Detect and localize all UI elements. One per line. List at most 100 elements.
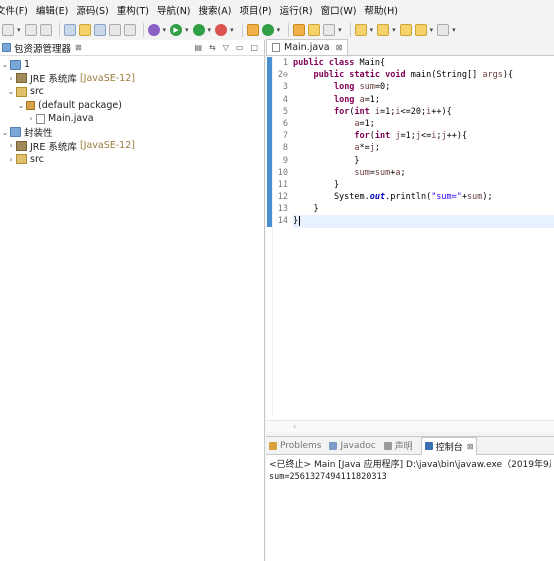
annotation-gutter <box>266 57 273 417</box>
tree-item-main-java[interactable]: › Main.java <box>0 112 264 126</box>
menu-window[interactable]: 窗口(W) <box>321 3 357 17</box>
block-selection-icon[interactable] <box>108 24 121 36</box>
tab-main-java[interactable]: Main.java ⊠ <box>266 39 349 55</box>
tab-declaration[interactable]: 声明 <box>383 439 413 452</box>
source-code[interactable]: public class Main{ public static void ma… <box>293 57 554 417</box>
menu-file[interactable]: 文件(F) <box>0 3 28 17</box>
code-editor: Main.java ⊠ 1 2⊖ 3 4 5 6 7 8 9 10 11 12 … <box>266 39 554 432</box>
menu-source[interactable]: 源码(S) <box>76 3 108 17</box>
chevron-down-icon[interactable]: ▾ <box>452 26 456 34</box>
chevron-down-icon[interactable]: ▾ <box>392 26 396 34</box>
chevron-down-icon[interactable]: ▾ <box>430 26 434 34</box>
chevron-right-icon[interactable]: › <box>26 114 36 123</box>
tree-item-default-package[interactable]: ⌄ (default package) <box>0 99 264 113</box>
scroll-left-icon[interactable]: ‹ <box>293 422 296 431</box>
next-annotation-icon[interactable] <box>354 24 367 36</box>
line-number: 11 <box>277 179 288 190</box>
line-number: 10 <box>277 167 288 178</box>
menu-search[interactable]: 搜索(A) <box>199 3 232 17</box>
code-line: public class Main{ <box>293 58 386 68</box>
new-class-icon[interactable] <box>261 24 274 36</box>
close-icon[interactable]: ⊠ <box>336 43 343 52</box>
link-editor-icon[interactable]: ⇆ <box>209 43 216 52</box>
tab-console[interactable]: 控制台 ⊠ <box>420 436 478 455</box>
highlight-icon[interactable] <box>93 24 106 36</box>
source-folder-icon <box>16 86 27 97</box>
tab-label: Javadoc <box>340 440 376 451</box>
back-icon[interactable] <box>399 24 412 36</box>
chevron-right-icon[interactable]: › <box>6 141 16 150</box>
chevron-down-icon[interactable]: ▾ <box>163 26 167 34</box>
code-line: } <box>293 179 340 190</box>
chevron-down-icon[interactable]: ▾ <box>230 26 234 34</box>
chevron-down-icon[interactable]: ⌄ <box>16 101 26 110</box>
filter-icon[interactable]: ▽ <box>223 43 229 52</box>
code-line: sum=sum+a; <box>354 167 406 178</box>
chevron-down-icon[interactable]: ⌄ <box>0 128 10 137</box>
chevron-down-icon[interactable]: ▾ <box>208 26 212 34</box>
tree-item-project-1[interactable]: ⌄ 1 <box>0 58 264 72</box>
chevron-down-icon[interactable]: ▾ <box>185 26 189 34</box>
save-icon[interactable] <box>24 24 37 36</box>
tree-item-jre-library[interactable]: › JRE 系统库 [JavaSE-12] <box>0 72 264 86</box>
new-icon[interactable] <box>2 24 14 36</box>
forward-icon[interactable] <box>414 24 427 36</box>
search-icon[interactable] <box>323 24 336 36</box>
terminal-icon[interactable] <box>63 24 76 36</box>
annotation-icon[interactable] <box>78 24 91 36</box>
tree-item-jre-library[interactable]: › JRE 系统库 [JavaSE-12] <box>0 139 264 153</box>
console-output[interactable]: <已终止> Main [Java 应用程序] D:\java\bin\javaw… <box>266 455 554 487</box>
chevron-down-icon[interactable]: ⌄ <box>6 87 16 96</box>
declaration-icon <box>383 441 392 450</box>
chevron-down-icon[interactable]: ▾ <box>338 26 342 34</box>
close-icon[interactable]: ⊠ <box>75 43 82 52</box>
menu-project[interactable]: 项目(P) <box>239 3 271 17</box>
tree-item-project-2[interactable]: ⌄ 封装性 <box>0 126 264 140</box>
tree-item-label: 封装性 <box>24 128 53 140</box>
chevron-down-icon[interactable]: ⌄ <box>0 60 10 69</box>
tab-javadoc[interactable]: Javadoc <box>329 440 376 451</box>
minimize-icon[interactable]: ▭ <box>236 43 244 52</box>
menu-refactor[interactable]: 重构(T) <box>117 3 149 17</box>
tree-item-src[interactable]: ⌄ src <box>0 85 264 99</box>
line-number: 3 <box>282 82 288 93</box>
tree-item-src[interactable]: › src <box>0 153 264 167</box>
whitespace-icon[interactable] <box>123 24 136 36</box>
code-line: System.out.println("sum="+sum); <box>293 192 493 203</box>
close-icon[interactable]: ⊠ <box>467 442 474 451</box>
tab-label: 声明 <box>394 442 413 452</box>
menu-help[interactable]: 帮助(H) <box>364 3 398 17</box>
new-java-project-icon[interactable] <box>246 24 259 36</box>
chevron-right-icon[interactable]: › <box>6 74 16 83</box>
chevron-down-icon[interactable]: ▾ <box>277 26 281 34</box>
java-file-icon <box>36 113 45 124</box>
menu-bar: 文件(F) 编辑(E) 源码(S) 重构(T) 导航(N) 搜索(A) 项目(P… <box>0 0 554 20</box>
menu-navigate[interactable]: 导航(N) <box>157 3 191 17</box>
coverage-icon[interactable] <box>192 24 205 36</box>
run-icon[interactable]: ▶ <box>170 24 183 36</box>
console-icon <box>424 442 433 450</box>
chevron-right-icon[interactable]: › <box>6 155 16 164</box>
menu-run[interactable]: 运行(R) <box>280 3 313 17</box>
open-type-icon[interactable] <box>293 24 306 36</box>
project-tree: ⌄ 1 › JRE 系统库 [JavaSE-12] ⌄ src ⌄ (defau… <box>0 56 264 166</box>
debug-icon[interactable] <box>147 24 160 36</box>
save-all-icon[interactable] <box>39 24 52 36</box>
prev-annotation-icon[interactable] <box>377 24 390 36</box>
horizontal-scrollbar[interactable]: ‹ <box>266 420 554 432</box>
collapse-all-icon[interactable]: ▤ <box>194 43 202 52</box>
menu-edit[interactable]: 编辑(E) <box>36 3 68 17</box>
javadoc-icon <box>329 441 338 450</box>
package-explorer-title[interactable]: 包资源管理器 <box>14 41 71 55</box>
external-tools-icon[interactable] <box>215 24 228 36</box>
chevron-down-icon[interactable]: ▾ <box>370 26 374 34</box>
source-folder-icon <box>16 154 27 165</box>
tab-problems[interactable]: Problems <box>269 441 321 451</box>
open-folder-icon[interactable] <box>308 24 321 36</box>
maximize-icon[interactable]: □ <box>250 43 258 52</box>
line-number: 7 <box>282 131 288 142</box>
pin-icon[interactable] <box>437 24 450 36</box>
chevron-down-icon[interactable]: ▾ <box>17 26 21 34</box>
tree-item-label: Main.java <box>48 113 94 125</box>
editor-text-area[interactable]: 1 2⊖ 3 4 5 6 7 8 9 10 11 12 13 14 public… <box>266 57 554 417</box>
